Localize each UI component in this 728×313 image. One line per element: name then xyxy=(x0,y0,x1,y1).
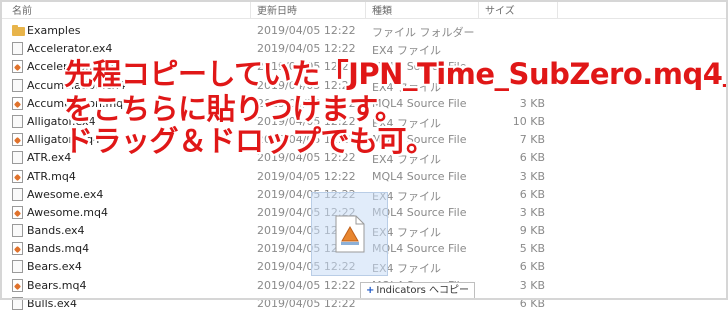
file-row[interactable]: ATR.mq4 2019/04/05 12:22 MQL4 Source File 3… xyxy=(0,168,728,186)
drag-preview xyxy=(311,192,388,276)
file-name: Bulls.ex4 xyxy=(27,296,77,310)
mq4-file-icon xyxy=(335,215,365,253)
file-size: 7 KB xyxy=(519,133,545,147)
file-size: 3 KB xyxy=(519,205,545,219)
column-size[interactable]: サイズ xyxy=(485,2,515,17)
column-type[interactable]: 種類 xyxy=(372,2,392,17)
file-name: Examples xyxy=(27,24,81,37)
ex4-file-icon xyxy=(12,114,23,128)
mq4-file-icon xyxy=(12,242,23,256)
ex4-file-icon xyxy=(12,296,23,310)
file-size: 5 KB xyxy=(519,242,545,256)
file-date: 2019/04/05 12:22 xyxy=(257,296,356,310)
column-divider[interactable] xyxy=(365,0,366,18)
ex4-file-icon xyxy=(12,224,23,238)
ex4-file-icon xyxy=(12,260,23,274)
file-name: Bands.mq4 xyxy=(27,242,90,256)
mq4-file-icon xyxy=(12,205,23,219)
plus-icon: + xyxy=(366,285,375,296)
column-divider[interactable] xyxy=(250,0,251,18)
file-size: 10 KB xyxy=(512,114,545,128)
mq4-file-icon xyxy=(12,169,23,183)
file-size: 9 KB xyxy=(519,224,545,238)
ex4-file-icon xyxy=(12,187,23,201)
file-name: Bands.ex4 xyxy=(27,224,85,238)
column-header-bar: 名前 更新日時 種類 サイズ xyxy=(0,0,728,19)
file-type: ファイル フォルダー xyxy=(372,26,475,39)
ex4-file-icon xyxy=(12,42,23,56)
column-divider[interactable] xyxy=(478,0,479,18)
column-name[interactable]: 名前 xyxy=(12,2,32,17)
file-size: 3 KB xyxy=(519,169,545,183)
file-date: 2019/04/05 12:22 xyxy=(257,169,356,183)
file-row[interactable]: Examples 2019/04/05 12:22 ファイル フォルダー xyxy=(0,22,728,40)
file-date: 2019/04/05 12:22 xyxy=(257,278,356,292)
mq4-file-icon xyxy=(12,133,23,147)
banner-line-3: ドラッグ＆ドロップでも可。 xyxy=(64,124,435,158)
drop-tooltip: + Indicators へコピー xyxy=(360,282,475,299)
file-size: 6 KB xyxy=(519,296,545,310)
column-date[interactable]: 更新日時 xyxy=(257,2,297,17)
file-name: Bears.mq4 xyxy=(27,278,87,292)
ex4-file-icon xyxy=(12,78,23,92)
file-name: Awesome.mq4 xyxy=(27,205,108,219)
file-type: MQL4 Source File xyxy=(372,169,467,183)
file-name: Bears.ex4 xyxy=(27,260,82,274)
file-size: 6 KB xyxy=(519,260,545,274)
file-size: 6 KB xyxy=(519,187,545,201)
ex4-file-icon xyxy=(12,151,23,165)
column-divider[interactable] xyxy=(557,0,558,18)
mq4-file-icon xyxy=(12,60,23,74)
file-size: 3 KB xyxy=(519,278,545,292)
folder-icon xyxy=(12,25,25,36)
drop-tooltip-label: Indicators へコピー xyxy=(376,285,469,296)
file-date: 2019/04/05 12:22 xyxy=(257,24,356,37)
file-name: ATR.mq4 xyxy=(27,169,76,183)
file-size: 6 KB xyxy=(519,151,545,165)
mq4-file-icon xyxy=(12,96,23,110)
file-size: 3 KB xyxy=(519,96,545,110)
mq4-file-icon xyxy=(12,278,23,292)
file-name: Awesome.ex4 xyxy=(27,187,104,201)
